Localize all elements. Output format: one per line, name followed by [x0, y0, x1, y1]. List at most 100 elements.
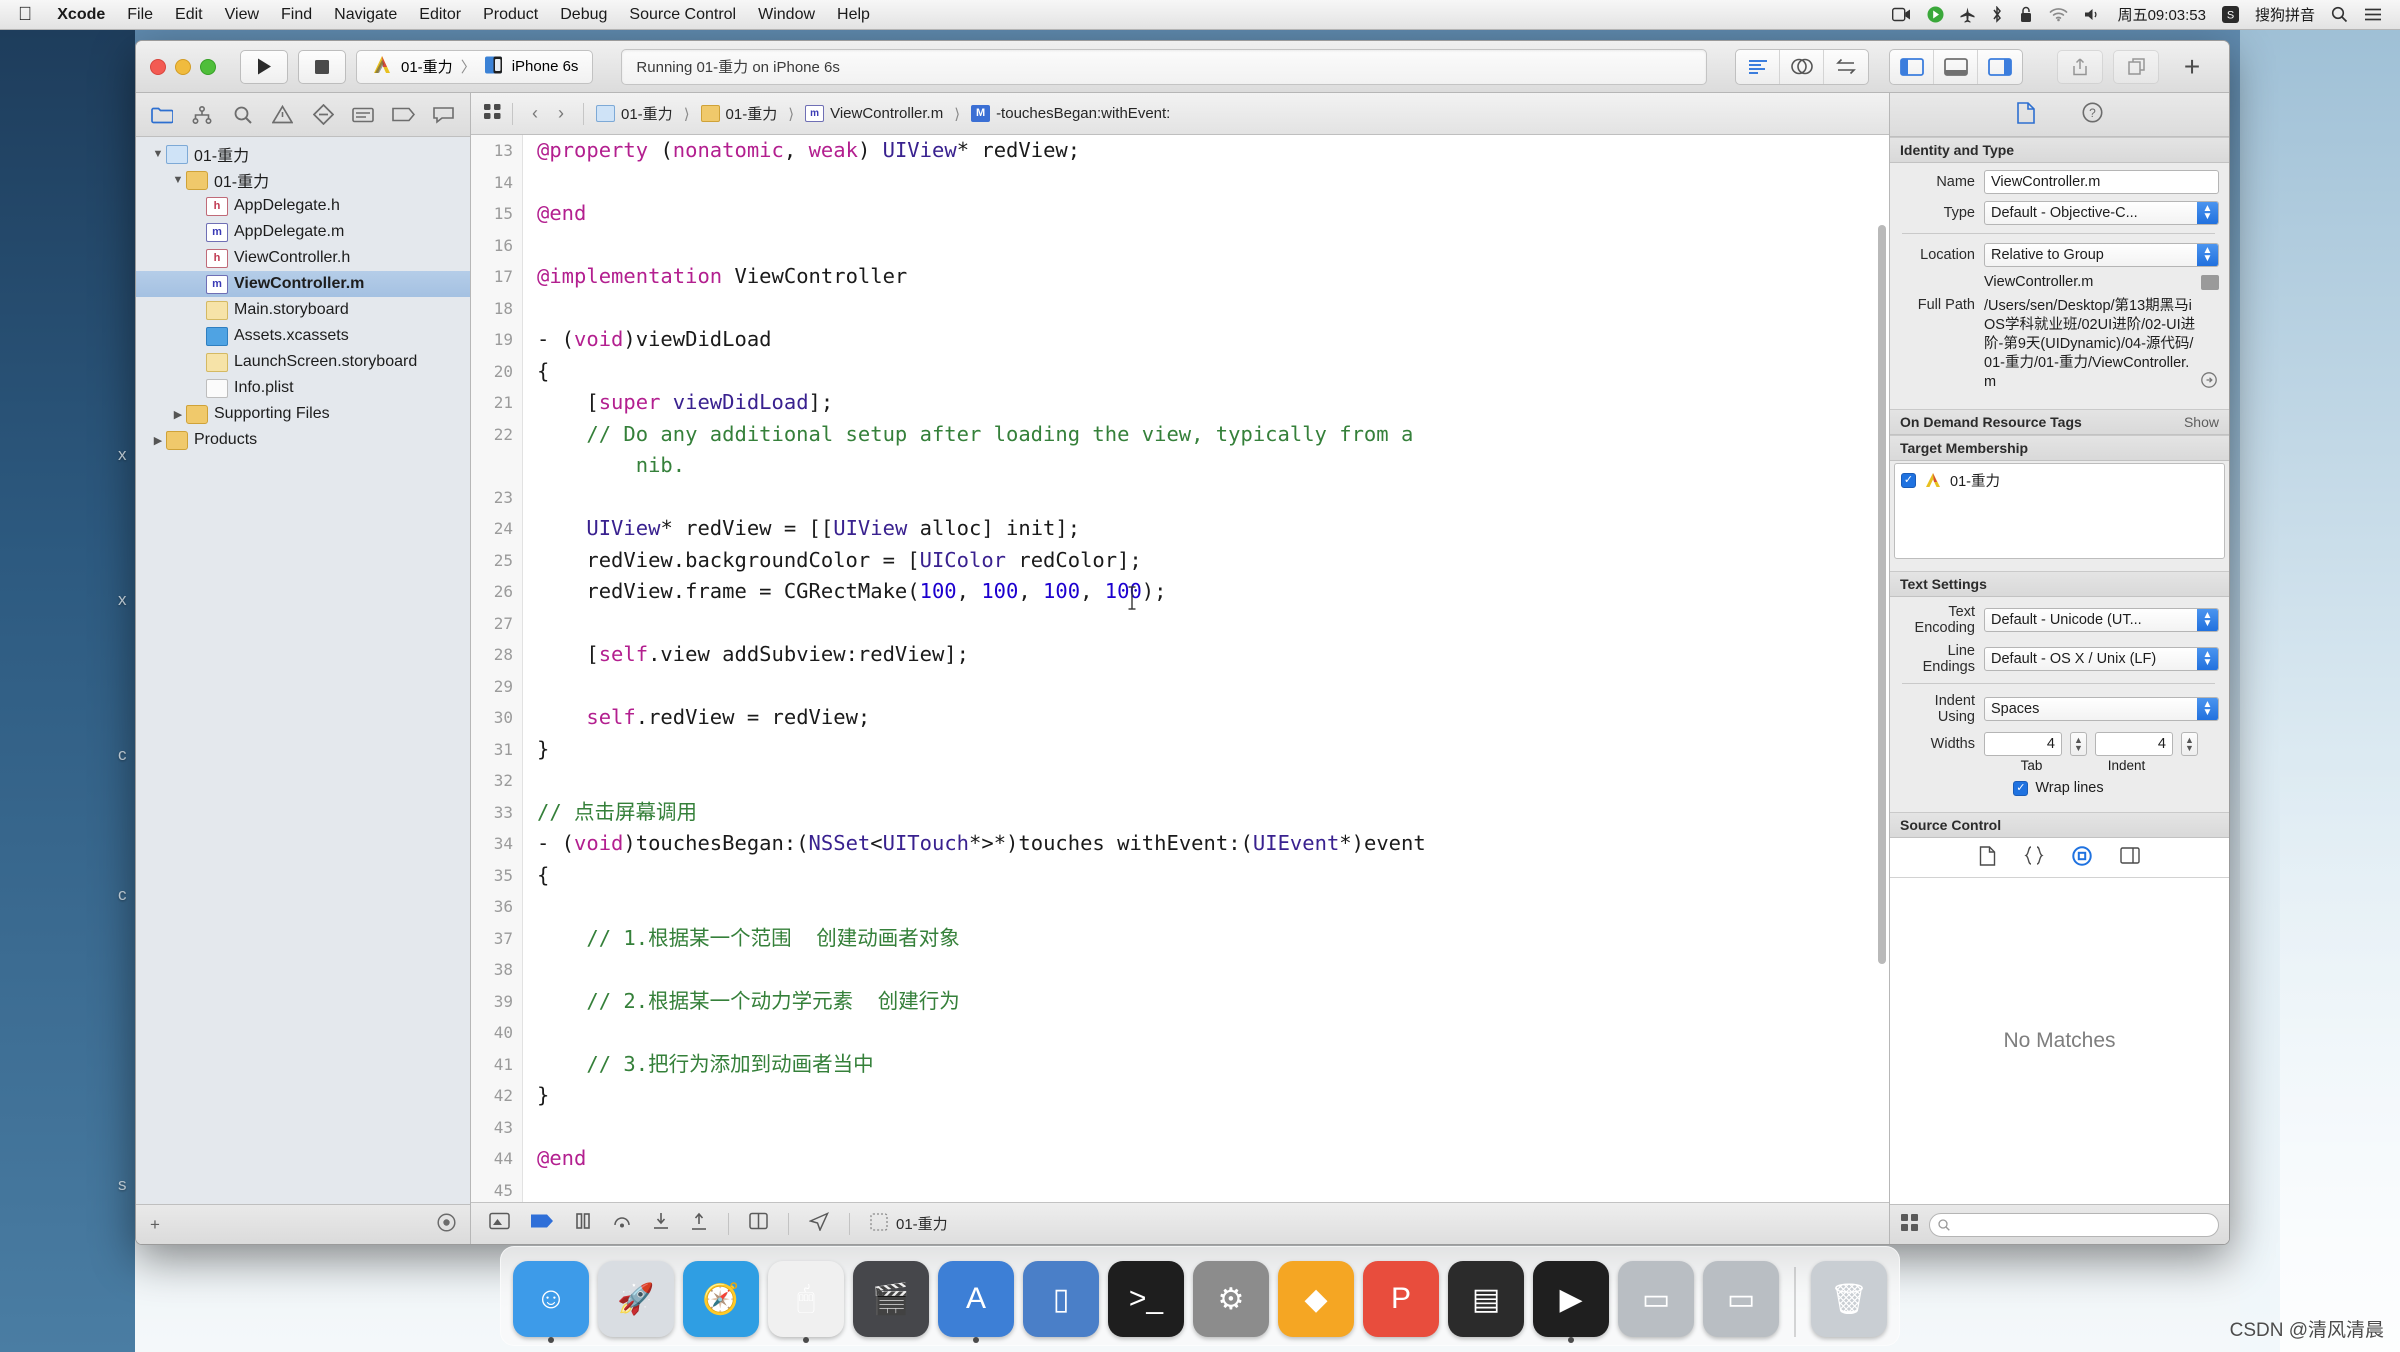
video-app-icon[interactable]: 🎬: [853, 1261, 929, 1337]
breakpoints-icon[interactable]: [489, 1212, 510, 1235]
code-line[interactable]: [537, 1017, 1889, 1049]
report-navigator-icon[interactable]: [428, 100, 460, 130]
bluetooth-icon[interactable]: [1991, 6, 2003, 23]
keynote-icon[interactable]: P: [1363, 1261, 1439, 1337]
choose-file-icon[interactable]: [2201, 274, 2219, 290]
navigator-row-appdelegate-m[interactable]: m AppDelegate.m: [136, 219, 470, 245]
editor-vertical-scrollbar[interactable]: [1877, 141, 1887, 1196]
menu-item-edit[interactable]: Edit: [164, 6, 214, 24]
line-endings-select[interactable]: Default - OS X / Unix (LF) ▲ ▼: [1984, 647, 2219, 671]
scrollbar-thumb[interactable]: [1878, 225, 1886, 964]
version-editor-icon[interactable]: [1824, 50, 1868, 84]
target-icon[interactable]: [2072, 845, 2092, 870]
simulator-icon[interactable]: ▯: [1023, 1261, 1099, 1337]
navigator-row-products[interactable]: ▶ Products: [136, 427, 470, 453]
navigator-row-launchscreen-storyboard[interactable]: LaunchScreen.storyboard: [136, 349, 470, 375]
issue-navigator-icon[interactable]: [267, 100, 299, 130]
menu-item-find[interactable]: Find: [270, 6, 323, 24]
navigate-forward-button[interactable]: ›: [549, 103, 573, 124]
code-line[interactable]: {: [537, 356, 1889, 388]
related-items-icon[interactable]: [483, 103, 502, 124]
disclosure-triangle-icon[interactable]: ▶: [150, 434, 166, 447]
share-icon[interactable]: [2057, 49, 2103, 84]
location-select[interactable]: Relative to Group ▲ ▼: [1984, 243, 2219, 267]
finder-icon[interactable]: ☺: [513, 1261, 589, 1343]
code-line[interactable]: @end: [537, 198, 1889, 230]
indent-using-select[interactable]: Spaces ▲ ▼: [1984, 697, 2219, 721]
breadcrumb-method[interactable]: M -touchesBegan:withEvent:: [969, 105, 1172, 122]
source-control-navigator-icon[interactable]: [186, 100, 218, 130]
code-line[interactable]: [537, 482, 1889, 514]
standard-editor-icon[interactable]: [1736, 49, 1780, 84]
code-line[interactable]: [537, 230, 1889, 262]
breadcrumb-project[interactable]: 01-重力 ⟩: [594, 103, 697, 124]
menu-item-editor[interactable]: Editor: [408, 6, 472, 24]
code-line[interactable]: redView.backgroundColor = [UIColor redCo…: [537, 545, 1889, 577]
code-line[interactable]: [537, 608, 1889, 640]
zoom-window-button[interactable]: [200, 58, 216, 75]
indent-width-stepper[interactable]: ▲ ▼: [2181, 732, 2198, 756]
location-icon[interactable]: [808, 1211, 829, 1236]
step-out-icon[interactable]: [690, 1212, 708, 1236]
project-navigator-icon[interactable]: [146, 100, 178, 130]
console-icon[interactable]: ▤: [1448, 1261, 1524, 1337]
breadcrumb-file[interactable]: m ViewController.m ⟩: [803, 105, 967, 123]
view-hierarchy-icon[interactable]: [749, 1212, 768, 1235]
debug-process-label[interactable]: 01-重力: [870, 1212, 948, 1235]
navigate-back-button[interactable]: ‹: [523, 103, 547, 124]
file-inspector-icon[interactable]: [2016, 101, 2036, 128]
document-icon[interactable]: [1979, 845, 1996, 870]
wifi-icon[interactable]: [2049, 7, 2068, 22]
code-line[interactable]: // 1.根据某一个范围 创建动画者对象: [537, 923, 1889, 955]
menu-item-source-control[interactable]: Source Control: [618, 6, 747, 24]
target-membership-item[interactable]: ✓ 01-重力: [1901, 470, 2218, 491]
tab-width-input[interactable]: 4: [1984, 732, 2062, 756]
wrap-lines-row[interactable]: ✓ Wrap lines: [1898, 780, 2219, 796]
safari-icon[interactable]: 🧭: [683, 1261, 759, 1337]
flag-icon[interactable]: [530, 1213, 554, 1234]
menu-item-navigate[interactable]: Navigate: [323, 6, 408, 24]
odr-show-button[interactable]: Show: [2184, 414, 2219, 430]
volume-icon[interactable]: [2084, 7, 2102, 22]
quick-help-icon[interactable]: ?: [2082, 102, 2103, 127]
disclosure-triangle-icon[interactable]: ▼: [170, 174, 186, 186]
inspector-filter-input[interactable]: [1929, 1212, 2219, 1237]
settings-icon[interactable]: ⚙: [1193, 1261, 1269, 1337]
code-line[interactable]: @end: [537, 1143, 1889, 1175]
breakpoint-navigator-icon[interactable]: [388, 100, 420, 130]
code-area[interactable]: 13 14 15 16 17 18 19 20 21 22 23 24 25 26 27 28 29 30 31 32…: [471, 135, 1889, 1202]
code-line[interactable]: [537, 293, 1889, 325]
indent-width-input[interactable]: 4: [2095, 732, 2173, 756]
code-line[interactable]: - (void)viewDidLoad: [537, 324, 1889, 356]
code-line[interactable]: [self.view addSubview:redView];: [537, 639, 1889, 671]
type-select[interactable]: Default - Objective-C... ▲ ▼: [1984, 201, 2219, 225]
input-method-label[interactable]: 搜狗拼音: [2255, 4, 2315, 25]
name-input[interactable]: ViewController.m: [1984, 170, 2219, 194]
navigator-row-info-plist[interactable]: Info.plist: [136, 375, 470, 401]
step-over-icon[interactable]: [612, 1212, 632, 1235]
filter-circle-icon[interactable]: [437, 1212, 456, 1237]
wrap-lines-checkbox[interactable]: ✓: [2013, 780, 2029, 796]
close-window-button[interactable]: [150, 58, 166, 75]
code-line[interactable]: // 3.把行为添加到动画者当中: [537, 1049, 1889, 1081]
stop-button[interactable]: [298, 49, 346, 84]
lock-icon[interactable]: [2019, 6, 2033, 23]
launchpad-icon[interactable]: 🚀: [598, 1261, 674, 1337]
reveal-in-finder-icon[interactable]: [2201, 372, 2219, 392]
menu-item-view[interactable]: View: [214, 6, 270, 24]
mouse-app-icon[interactable]: 🖱: [768, 1261, 844, 1343]
debug-navigator-icon[interactable]: [347, 100, 379, 130]
navigator-row-assets-xcassets[interactable]: Assets.xcassets: [136, 323, 470, 349]
code-line[interactable]: self.redView = redView;: [537, 702, 1889, 734]
pause-icon[interactable]: [574, 1212, 592, 1235]
panel-icon[interactable]: [2120, 847, 2140, 868]
navigator-row-viewcontroller-h[interactable]: h ViewController.h: [136, 245, 470, 271]
menu-bar-clock[interactable]: 周五09:03:53: [2118, 4, 2206, 25]
code-line[interactable]: // 点击屏幕调用: [537, 797, 1889, 829]
sketch-icon[interactable]: ◆: [1278, 1261, 1354, 1337]
library-grid-icon[interactable]: [1900, 1213, 1919, 1236]
disclosure-triangle-icon[interactable]: ▼: [150, 148, 166, 160]
step-into-icon[interactable]: [652, 1212, 670, 1236]
notification-center-icon[interactable]: [2364, 7, 2382, 22]
display2-icon[interactable]: ▭: [1703, 1261, 1779, 1337]
